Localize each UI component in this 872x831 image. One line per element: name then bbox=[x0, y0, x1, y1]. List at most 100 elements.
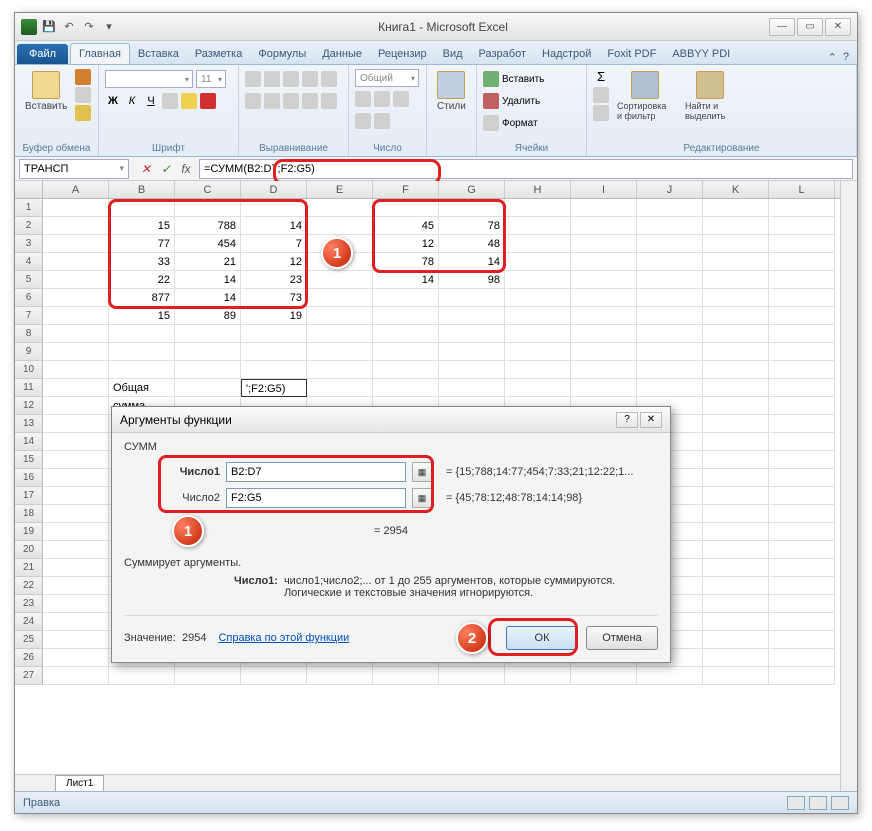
align-mid-icon[interactable] bbox=[264, 71, 280, 87]
minimize-button[interactable]: — bbox=[769, 18, 795, 36]
cell[interactable] bbox=[703, 253, 769, 271]
cell[interactable] bbox=[703, 217, 769, 235]
cell[interactable]: 15 bbox=[109, 307, 175, 325]
cell[interactable] bbox=[109, 361, 175, 379]
cell[interactable] bbox=[769, 487, 835, 505]
styles-button[interactable]: Стили bbox=[433, 69, 470, 114]
cell[interactable] bbox=[307, 199, 373, 217]
cell[interactable] bbox=[109, 325, 175, 343]
row-header[interactable]: 9 bbox=[15, 343, 43, 361]
cell[interactable] bbox=[769, 523, 835, 541]
cell[interactable] bbox=[703, 487, 769, 505]
cell[interactable] bbox=[43, 343, 109, 361]
cell[interactable] bbox=[571, 253, 637, 271]
cell[interactable] bbox=[703, 307, 769, 325]
cell[interactable] bbox=[703, 271, 769, 289]
cell[interactable]: 12 bbox=[373, 235, 439, 253]
col-header[interactable]: C bbox=[175, 181, 241, 198]
cell[interactable]: 788 bbox=[175, 217, 241, 235]
cell[interactable] bbox=[175, 199, 241, 217]
cell[interactable] bbox=[43, 271, 109, 289]
enter-formula-icon[interactable]: ✓ bbox=[157, 160, 175, 178]
orientation-icon[interactable] bbox=[302, 71, 318, 87]
ribbon-minimize-icon[interactable]: ⌃ bbox=[828, 51, 837, 64]
cell[interactable] bbox=[703, 595, 769, 613]
tab-review[interactable]: Рецензир bbox=[370, 44, 435, 64]
cell[interactable] bbox=[571, 343, 637, 361]
fill-icon[interactable] bbox=[593, 87, 609, 103]
cell[interactable] bbox=[703, 433, 769, 451]
cell[interactable]: 12 bbox=[241, 253, 307, 271]
cell[interactable] bbox=[505, 289, 571, 307]
cell[interactable] bbox=[769, 415, 835, 433]
col-header[interactable]: B bbox=[109, 181, 175, 198]
align-right-icon[interactable] bbox=[283, 93, 299, 109]
cell[interactable] bbox=[241, 343, 307, 361]
cell[interactable]: 14 bbox=[373, 271, 439, 289]
cell[interactable] bbox=[241, 361, 307, 379]
cell[interactable]: 78 bbox=[373, 253, 439, 271]
cell[interactable]: 7 bbox=[241, 235, 307, 253]
cell[interactable] bbox=[769, 379, 835, 397]
arg1-range-button[interactable]: ▦ bbox=[412, 462, 432, 482]
tab-formulas[interactable]: Формулы bbox=[250, 44, 314, 64]
select-all-corner[interactable] bbox=[15, 181, 43, 198]
cell[interactable] bbox=[43, 235, 109, 253]
cell[interactable]: ';F2:G5) bbox=[241, 379, 307, 397]
row-header[interactable]: 24 bbox=[15, 613, 43, 631]
col-header[interactable]: G bbox=[439, 181, 505, 198]
clear-icon[interactable] bbox=[593, 105, 609, 121]
row-header[interactable]: 14 bbox=[15, 433, 43, 451]
underline-icon[interactable]: Ч bbox=[143, 93, 159, 109]
tab-foxit[interactable]: Foxit PDF bbox=[599, 44, 664, 64]
cell[interactable] bbox=[241, 325, 307, 343]
cell[interactable] bbox=[373, 199, 439, 217]
cell[interactable] bbox=[571, 307, 637, 325]
cell[interactable]: 14 bbox=[175, 289, 241, 307]
row-header[interactable]: 19 bbox=[15, 523, 43, 541]
ok-button[interactable]: ОК bbox=[506, 626, 578, 650]
cell[interactable]: 77 bbox=[109, 235, 175, 253]
format-cells-icon[interactable] bbox=[483, 115, 499, 131]
cell[interactable] bbox=[43, 199, 109, 217]
arg2-input[interactable] bbox=[226, 488, 406, 508]
percent-icon[interactable] bbox=[374, 91, 390, 107]
cell[interactable] bbox=[175, 325, 241, 343]
format-painter-icon[interactable] bbox=[75, 105, 91, 121]
cell[interactable] bbox=[43, 649, 109, 667]
cell[interactable] bbox=[307, 361, 373, 379]
cell[interactable] bbox=[43, 667, 109, 685]
cell[interactable] bbox=[307, 271, 373, 289]
align-left-icon[interactable] bbox=[245, 93, 261, 109]
bold-icon[interactable]: Ж bbox=[105, 93, 121, 109]
cell[interactable]: 454 bbox=[175, 235, 241, 253]
col-header[interactable]: F bbox=[373, 181, 439, 198]
font-color-icon[interactable] bbox=[200, 93, 216, 109]
cell[interactable] bbox=[703, 199, 769, 217]
cell[interactable] bbox=[43, 325, 109, 343]
cell[interactable] bbox=[703, 343, 769, 361]
cell[interactable]: Общая сумма bbox=[109, 379, 175, 397]
cell[interactable] bbox=[439, 343, 505, 361]
cell[interactable] bbox=[175, 379, 241, 397]
dialog-help-button[interactable]: ? bbox=[616, 412, 638, 428]
cell[interactable] bbox=[175, 343, 241, 361]
cell[interactable]: 21 bbox=[175, 253, 241, 271]
cell[interactable] bbox=[43, 379, 109, 397]
maximize-button[interactable]: ▭ bbox=[797, 18, 823, 36]
cell[interactable] bbox=[439, 289, 505, 307]
tab-abbyy[interactable]: ABBYY PDI bbox=[664, 44, 738, 64]
row-header[interactable]: 12 bbox=[15, 397, 43, 415]
cell[interactable] bbox=[703, 415, 769, 433]
cell[interactable]: 22 bbox=[109, 271, 175, 289]
cell[interactable] bbox=[637, 667, 703, 685]
row-header[interactable]: 1 bbox=[15, 199, 43, 217]
cell[interactable] bbox=[505, 307, 571, 325]
cell[interactable] bbox=[637, 235, 703, 253]
row-header[interactable]: 27 bbox=[15, 667, 43, 685]
cell[interactable] bbox=[43, 415, 109, 433]
wrap-icon[interactable] bbox=[321, 71, 337, 87]
col-header[interactable]: J bbox=[637, 181, 703, 198]
cell[interactable] bbox=[43, 253, 109, 271]
cell[interactable] bbox=[769, 649, 835, 667]
